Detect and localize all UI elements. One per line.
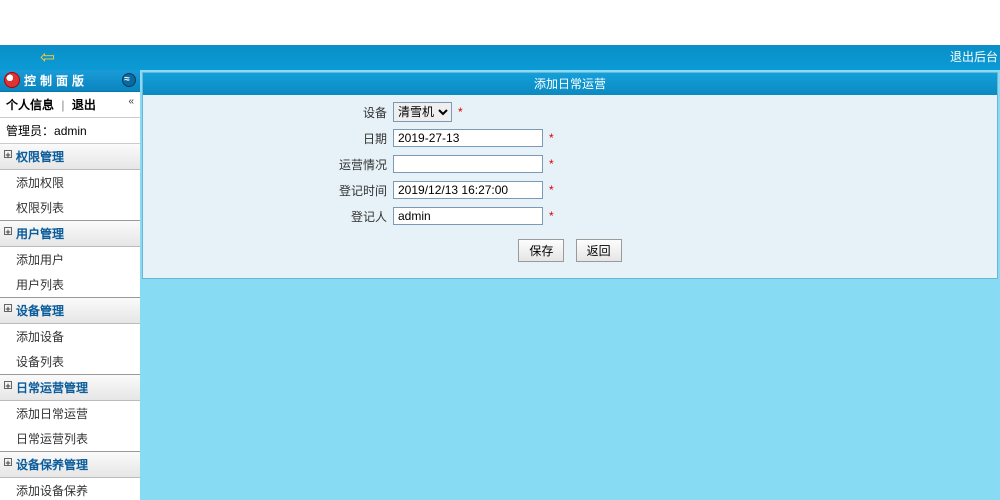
topbar-white xyxy=(0,0,1000,45)
regtime-input[interactable] xyxy=(393,181,543,199)
save-button[interactable]: 保存 xyxy=(518,239,564,262)
required-mark: * xyxy=(549,157,554,171)
row-registrant: 登记人 * xyxy=(143,203,997,229)
topbar-blue: ⇦ 退出后台 xyxy=(0,45,1000,70)
nav-item-add-permission[interactable]: 添加权限 xyxy=(0,170,140,195)
nav-title: 设备保养管理 xyxy=(16,458,88,472)
required-mark: * xyxy=(458,105,463,119)
nav-item-add-device[interactable]: 添加设备 xyxy=(0,324,140,349)
row-device: 设备 清雪机 * xyxy=(143,99,997,125)
nav-title: 用户管理 xyxy=(16,227,64,241)
main-area: 控制面版 ≈ 个人信息 | 退出 « 管理员：admin + 权限管理 添加权限 … xyxy=(0,70,1000,500)
nav-title: 权限管理 xyxy=(16,150,64,164)
nav-head-devices[interactable]: + 设备管理 xyxy=(0,298,140,324)
nav-group-users: + 用户管理 添加用户 用户列表 xyxy=(0,221,140,298)
nav-head-maint[interactable]: + 设备保养管理 xyxy=(0,452,140,478)
nav-group-ops: + 日常运营管理 添加日常运营 日常运营列表 xyxy=(0,375,140,452)
admin-name: admin xyxy=(54,124,87,138)
plus-icon: + xyxy=(4,304,12,312)
logout-link[interactable]: 退出 xyxy=(72,98,96,112)
control-panel-title: 控制面版 xyxy=(24,74,88,88)
required-mark: * xyxy=(549,183,554,197)
plus-icon: + xyxy=(4,150,12,158)
nav-item-device-list[interactable]: 设备列表 xyxy=(0,349,140,374)
nav-item-ops-list[interactable]: 日常运营列表 xyxy=(0,426,140,451)
control-panel-header: 控制面版 ≈ xyxy=(0,70,140,92)
nav-item-add-maint[interactable]: 添加设备保养 xyxy=(0,478,140,500)
plus-icon: + xyxy=(4,381,12,389)
form-panel: 添加日常运营 设备 清雪机 * 日期 * xyxy=(142,72,998,279)
plus-icon: + xyxy=(4,227,12,235)
nav-title: 日常运营管理 xyxy=(16,381,88,395)
label-regtime: 登记时间 xyxy=(143,182,393,199)
separator: | xyxy=(61,98,64,112)
label-registrant: 登记人 xyxy=(143,208,393,225)
nav-item-add-ops[interactable]: 添加日常运营 xyxy=(0,401,140,426)
globe-icon xyxy=(4,72,20,88)
status-input[interactable] xyxy=(393,155,543,173)
required-mark: * xyxy=(549,209,554,223)
nav-head-users[interactable]: + 用户管理 xyxy=(0,221,140,247)
admin-row: 管理员：admin xyxy=(0,118,140,144)
row-status: 运营情况 * xyxy=(143,151,997,177)
content: 添加日常运营 设备 清雪机 * 日期 * xyxy=(140,70,1000,500)
label-date: 日期 xyxy=(143,130,393,147)
user-row: 个人信息 | 退出 « xyxy=(0,92,140,118)
nav-item-add-user[interactable]: 添加用户 xyxy=(0,247,140,272)
form-body: 设备 清雪机 * 日期 * 运营情况 xyxy=(143,95,997,278)
back-arrow-icon[interactable]: ⇦ xyxy=(40,50,64,64)
date-input[interactable] xyxy=(393,129,543,147)
plus-icon: + xyxy=(4,458,12,466)
nav-item-user-list[interactable]: 用户列表 xyxy=(0,272,140,297)
nav-group-permissions: + 权限管理 添加权限 权限列表 xyxy=(0,144,140,221)
nav-group-maint: +设备保养管理 添加设备保养 设备保养列表 xyxy=(0,452,140,500)
back-button[interactable]: 返回 xyxy=(576,239,622,262)
row-regtime: 登记时间 * xyxy=(143,177,997,203)
sidebar: 控制面版 ≈ 个人信息 | 退出 « 管理员：admin + 权限管理 添加权限 … xyxy=(0,70,140,500)
required-mark: * xyxy=(549,131,554,145)
collapse-left-icon[interactable]: « xyxy=(128,96,134,107)
logout-backend-link[interactable]: 退出后台 xyxy=(950,48,998,65)
label-status: 运营情况 xyxy=(143,156,393,173)
admin-label: 管理员： xyxy=(6,124,54,138)
nav-group-devices: + 设备管理 添加设备 设备列表 xyxy=(0,298,140,375)
registrant-input[interactable] xyxy=(393,207,543,225)
nav-item-permission-list[interactable]: 权限列表 xyxy=(0,195,140,220)
personal-info-link[interactable]: 个人信息 xyxy=(6,98,54,112)
device-select[interactable]: 清雪机 xyxy=(393,102,452,122)
nav-head-ops[interactable]: + 日常运营管理 xyxy=(0,375,140,401)
panel-toggle-icon[interactable]: ≈ xyxy=(122,73,136,87)
nav-head-permissions[interactable]: + 权限管理 xyxy=(0,144,140,170)
nav-title: 设备管理 xyxy=(16,304,64,318)
row-date: 日期 * xyxy=(143,125,997,151)
label-device: 设备 xyxy=(143,104,393,121)
form-title: 添加日常运营 xyxy=(143,73,997,95)
button-row: 保存 返回 xyxy=(143,229,997,268)
